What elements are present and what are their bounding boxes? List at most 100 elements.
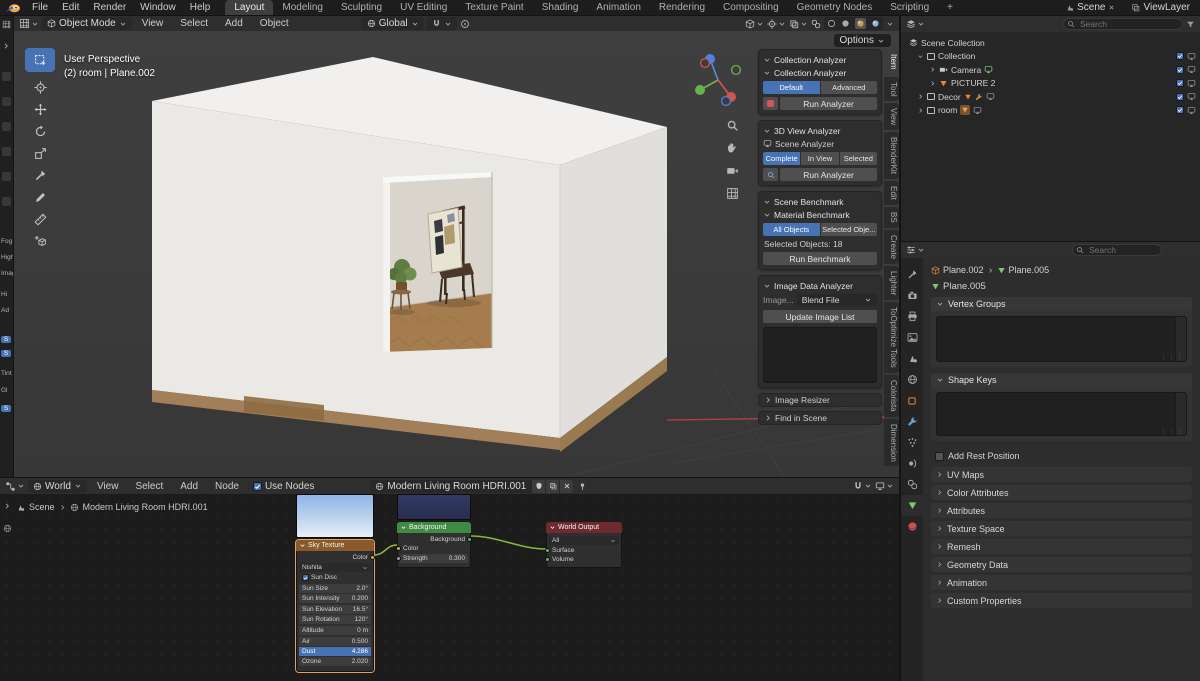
window-opening[interactable] [374, 161, 504, 361]
expand-arrow-icon[interactable] [929, 80, 936, 87]
expand-arrow-icon[interactable] [917, 107, 924, 114]
sidebar-tab-tooptimize[interactable]: ToOptimize Tools [884, 302, 899, 374]
scope-in-view-button[interactable]: In View [801, 152, 839, 165]
move-tool[interactable] [34, 103, 47, 116]
enable-checkbox[interactable] [1176, 92, 1184, 101]
menu-file[interactable]: File [25, 2, 55, 13]
resize-grip[interactable]: ⋮⋮⋮ [1160, 427, 1184, 435]
camera-view-icon[interactable] [726, 164, 739, 177]
object-types-dropdown[interactable] [745, 19, 764, 29]
tab-scene[interactable] [901, 348, 923, 369]
socket-background-output[interactable] [467, 537, 472, 542]
outliner-row-scene-collection[interactable]: Scene Collection [901, 36, 1200, 50]
toolbar-expand-arrow-icon[interactable] [3, 502, 11, 510]
screen-visibility-icon[interactable] [1187, 65, 1196, 74]
pan-hand-icon[interactable] [726, 141, 739, 154]
menu-select[interactable]: Select [173, 18, 215, 29]
collapse-arrow-icon[interactable] [917, 53, 924, 60]
enable-checkbox[interactable] [1176, 106, 1184, 115]
run-benchmark-button[interactable]: Run Benchmark [763, 252, 877, 265]
sidebar-tab-blenderkit[interactable]: BlenderKit [884, 132, 899, 180]
editor-overlay-dropdown[interactable] [875, 481, 894, 491]
tab-world[interactable] [901, 369, 923, 390]
panel-color-attributes[interactable]: Color Attributes [931, 485, 1192, 500]
workspace-tab-sculpting[interactable]: Sculpting [332, 0, 391, 15]
screen-visibility-icon[interactable] [1187, 106, 1196, 115]
sky-type-dropdown[interactable]: Nishita [299, 563, 371, 572]
add-workspace-button[interactable]: + [938, 0, 962, 15]
scope-selected-button[interactable]: Selected [839, 152, 877, 165]
screen-visibility-icon[interactable] [1187, 92, 1196, 101]
select-box-tool[interactable] [25, 48, 55, 72]
data-name[interactable]: Plane.005 [943, 281, 986, 292]
outliner-row-collection[interactable]: Collection [901, 50, 1200, 64]
sidebar-tab-colorista[interactable]: Colorista [884, 375, 899, 417]
rotate-tool[interactable] [34, 125, 47, 138]
sidebar-tab-dimension[interactable]: Dimension [884, 418, 899, 467]
datablock-name-field[interactable]: Modern Living Room HDRI.001 [370, 479, 532, 493]
node-snap-controls[interactable] [853, 481, 872, 491]
outliner-row-room[interactable]: room [901, 104, 1200, 118]
node-header[interactable]: World Output [546, 522, 622, 533]
tab-object-data[interactable] [901, 495, 923, 516]
scale-tool[interactable] [34, 147, 47, 160]
gizmo-x-neg[interactable] [699, 57, 711, 69]
workspace-tab-modeling[interactable]: Modeling [273, 0, 332, 15]
panel-find-in-scene-collapsed[interactable]: Find in Scene [758, 411, 882, 425]
search-input[interactable] [1072, 244, 1162, 256]
enable-checkbox[interactable] [1176, 65, 1184, 74]
socket-volume-input[interactable] [545, 557, 550, 562]
outliner-search[interactable] [1063, 18, 1183, 30]
panel-header[interactable]: Scene Benchmark [763, 195, 877, 208]
outliner-row-camera[interactable]: Camera [901, 63, 1200, 77]
sun-intensity-field[interactable]: Sun Intensity 0.200 [299, 594, 371, 603]
menu-add[interactable]: Add [173, 481, 205, 492]
menu-select[interactable]: Select [128, 481, 170, 492]
clipped-toggle[interactable]: S [1, 336, 11, 343]
sun-elevation-field[interactable]: Sun Elevation 16.5° [299, 605, 371, 614]
sidebar-tab-item[interactable]: Item [884, 49, 899, 75]
toggle-xray-icon[interactable] [811, 19, 821, 29]
workspace-tab-scripting[interactable]: Scripting [881, 0, 938, 15]
picture-frame[interactable] [427, 207, 463, 274]
cursor-tool[interactable] [34, 81, 47, 94]
panel-header[interactable]: Image Data Analyzer [763, 279, 877, 292]
run-view-analyzer-button[interactable]: Run Analyzer [780, 168, 877, 181]
editor-type-button[interactable] [906, 19, 925, 29]
air-field[interactable]: Air 0.500 [299, 637, 371, 646]
menu-add[interactable]: Add [218, 18, 250, 29]
add-cube-tool[interactable] [34, 235, 47, 248]
unlink-datablock-button[interactable] [559, 479, 574, 493]
sidebar-tab-bs[interactable]: BS [884, 207, 899, 228]
dust-field[interactable]: Dust 4.286 [299, 647, 371, 656]
sidebar-tab-tool[interactable]: Tool [884, 76, 899, 102]
proportional-editing-icon[interactable] [460, 19, 470, 29]
tab-tool[interactable] [901, 264, 923, 285]
shape-keys-panel-header[interactable]: Shape Keys [931, 373, 1192, 387]
target-selected-button[interactable]: Selected Obje... [820, 223, 877, 236]
tab-view-layer[interactable] [901, 327, 923, 348]
left-strip-icon[interactable] [2, 97, 11, 106]
menu-window[interactable]: Window [133, 2, 183, 13]
outliner-row-picture-2[interactable]: PICTURE 2 [901, 77, 1200, 91]
shading-rendered-button[interactable] [871, 19, 880, 28]
run-analyzer-button[interactable]: Run Analyzer [780, 97, 877, 110]
filter-funnel-icon[interactable] [1186, 20, 1195, 29]
breadcrumb-data[interactable]: Plane.005 [1009, 265, 1050, 275]
tab-render[interactable] [901, 285, 923, 306]
mode-default-button[interactable]: Default [763, 81, 820, 94]
socket-surface-input[interactable] [545, 548, 550, 553]
menu-edit[interactable]: Edit [55, 2, 86, 13]
enable-checkbox[interactable] [1176, 52, 1184, 61]
properties-search[interactable] [1072, 244, 1162, 256]
enable-checkbox[interactable] [1176, 79, 1184, 88]
gizmo-y-neg[interactable] [730, 64, 742, 76]
left-strip-icon[interactable] [2, 122, 11, 131]
world-output-node[interactable]: World Output All Surface Volume [545, 522, 622, 568]
menu-object[interactable]: Object [253, 18, 296, 29]
workspace-tab-layout[interactable]: Layout [225, 0, 274, 15]
pin-icon[interactable] [578, 482, 587, 491]
vertex-groups-list[interactable]: ⋮⋮⋮ [936, 316, 1187, 362]
panel-uv-maps[interactable]: UV Maps [931, 467, 1192, 482]
shading-material-button[interactable] [855, 18, 866, 29]
